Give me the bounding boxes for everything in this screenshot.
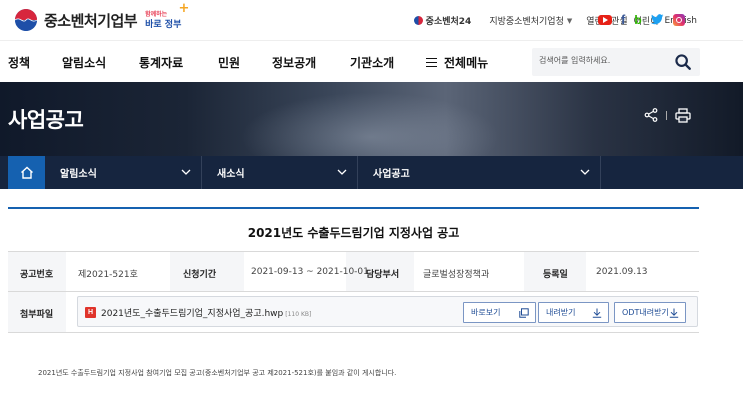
site-logo[interactable]: 중소벤처기업부 함께하는 바로 정부 + (14, 2, 189, 32)
gnb-item-statistics[interactable]: 통계자료 (139, 54, 183, 71)
government-emblem-icon (14, 9, 38, 31)
top-bar: 중소벤처기업부 함께하는 바로 정부 + 중소벤처24 지방중소벤처기업청 ▼ … (0, 0, 743, 40)
banner-background-image (240, 92, 500, 156)
logo-slogan: 함께하는 바로 정부 + (145, 2, 189, 30)
department-value: 글로벌성장정책과 (423, 270, 490, 280)
sme24-label: 중소벤처24 (425, 17, 472, 27)
attachment-item: H 2021년도_수출두드림기업_지정사업_공고.hwp [110 KB] 바로보… (77, 296, 698, 327)
notice-no-value: 제2021-521호 (78, 270, 138, 280)
banner-divider (666, 111, 667, 120)
page-title: 사업공고 (8, 108, 84, 132)
blog-icon[interactable]: b (634, 13, 641, 27)
instagram-icon[interactable] (672, 13, 685, 26)
attachment-name: 2021년도_수출두드림기업_지정사업_공고.hwp (101, 309, 284, 319)
notice-description: 2021년도 수출두드림기업 지정사업 참여기업 모집 공고(중소벤처기업부 공… (38, 369, 397, 377)
download-icon (592, 308, 602, 318)
hwp-file-icon: H (85, 307, 96, 318)
notice-no-label: 공고번호 (20, 270, 54, 280)
gnb-item-civil[interactable]: 민원 (218, 54, 240, 71)
period-value: 2021-09-13 ~ 2021-10-01 (251, 267, 369, 277)
search-input[interactable] (539, 56, 669, 65)
notice-title: 2021년도 수출두드림기업 지정사업 공고 (247, 226, 460, 240)
registered-date-label: 등록일 (543, 270, 568, 280)
sme24-link[interactable]: 중소벤처24 (413, 14, 472, 27)
regional-office-dropdown[interactable]: 지방중소벤처기업청 ▼ (489, 14, 573, 28)
chevron-down-icon (580, 169, 590, 175)
department-label: 담당부서 (366, 270, 400, 280)
chevron-down-icon (181, 169, 191, 175)
all-menu-button[interactable]: 전체메뉴 (426, 54, 488, 71)
registered-date-value: 2021.09.13 (596, 267, 648, 277)
gnb-item-news[interactable]: 알림소식 (62, 54, 106, 71)
regional-office-label: 지방중소벤처기업청 (489, 17, 564, 27)
slogan-small: 함께하는 (145, 11, 168, 18)
location-breadcrumb: 알림소식 새소식 사업공고 (0, 156, 743, 189)
youtube-icon[interactable] (598, 14, 612, 25)
main-navigation: 정책 알림소식 통계자료 민원 정보공개 기관소개 전체메뉴 (0, 40, 743, 82)
home-icon (20, 166, 33, 179)
breadcrumb-level2-dropdown[interactable]: 새소식 (202, 156, 358, 189)
breadcrumb-level1-label: 알림소식 (60, 169, 97, 180)
breadcrumb-level3-label: 사업공고 (373, 169, 410, 180)
caret-down-icon: ▼ (566, 16, 573, 25)
gnb-item-disclosure[interactable]: 정보공개 (272, 54, 316, 71)
window-icon (519, 308, 529, 318)
share-icon[interactable] (644, 108, 658, 122)
hamburger-icon (426, 58, 437, 67)
all-menu-label: 전체메뉴 (444, 56, 489, 70)
gnb-item-policy[interactable]: 정책 (8, 54, 30, 71)
view-button[interactable]: 바로보기 (463, 302, 536, 323)
breadcrumb-level1-dropdown[interactable]: 알림소식 (45, 156, 202, 189)
sme24-emblem-icon (413, 16, 423, 25)
attachment-filename[interactable]: 2021년도_수출두드림기업_지정사업_공고.hwp [110 KB] (101, 306, 311, 319)
gnb-item-about[interactable]: 기관소개 (350, 54, 394, 71)
odt-download-button[interactable]: ODT내려받기 (614, 302, 686, 323)
slogan-main: 바로 정부 (145, 20, 182, 30)
download-button-label: 내려받기 (546, 308, 576, 317)
print-icon[interactable] (675, 108, 691, 123)
plus-icon: + (178, 1, 190, 16)
search-box (532, 48, 700, 76)
search-icon[interactable] (674, 53, 692, 71)
chevron-down-icon (337, 169, 347, 175)
view-button-label: 바로보기 (471, 308, 501, 317)
facebook-icon[interactable]: f (621, 12, 625, 27)
odt-download-button-label: ODT내려받기 (622, 308, 669, 317)
logo-text: 중소벤처기업부 (44, 11, 138, 30)
twitter-icon[interactable] (650, 14, 664, 25)
page-banner: 사업공고 (0, 82, 743, 156)
attachment-label: 첨부파일 (20, 310, 54, 320)
period-label: 신청기간 (183, 270, 217, 280)
attachment-size: [110 KB] (285, 311, 312, 318)
download-button[interactable]: 내려받기 (538, 302, 609, 323)
divider (8, 332, 699, 333)
breadcrumb-level2-label: 새소식 (217, 169, 245, 180)
content-top-rule (8, 207, 699, 209)
breadcrumb-level3-dropdown[interactable]: 사업공고 (358, 156, 601, 189)
download-icon (669, 308, 679, 318)
sns-links: f b (598, 12, 694, 27)
divider (8, 291, 699, 292)
home-button[interactable] (8, 156, 45, 189)
